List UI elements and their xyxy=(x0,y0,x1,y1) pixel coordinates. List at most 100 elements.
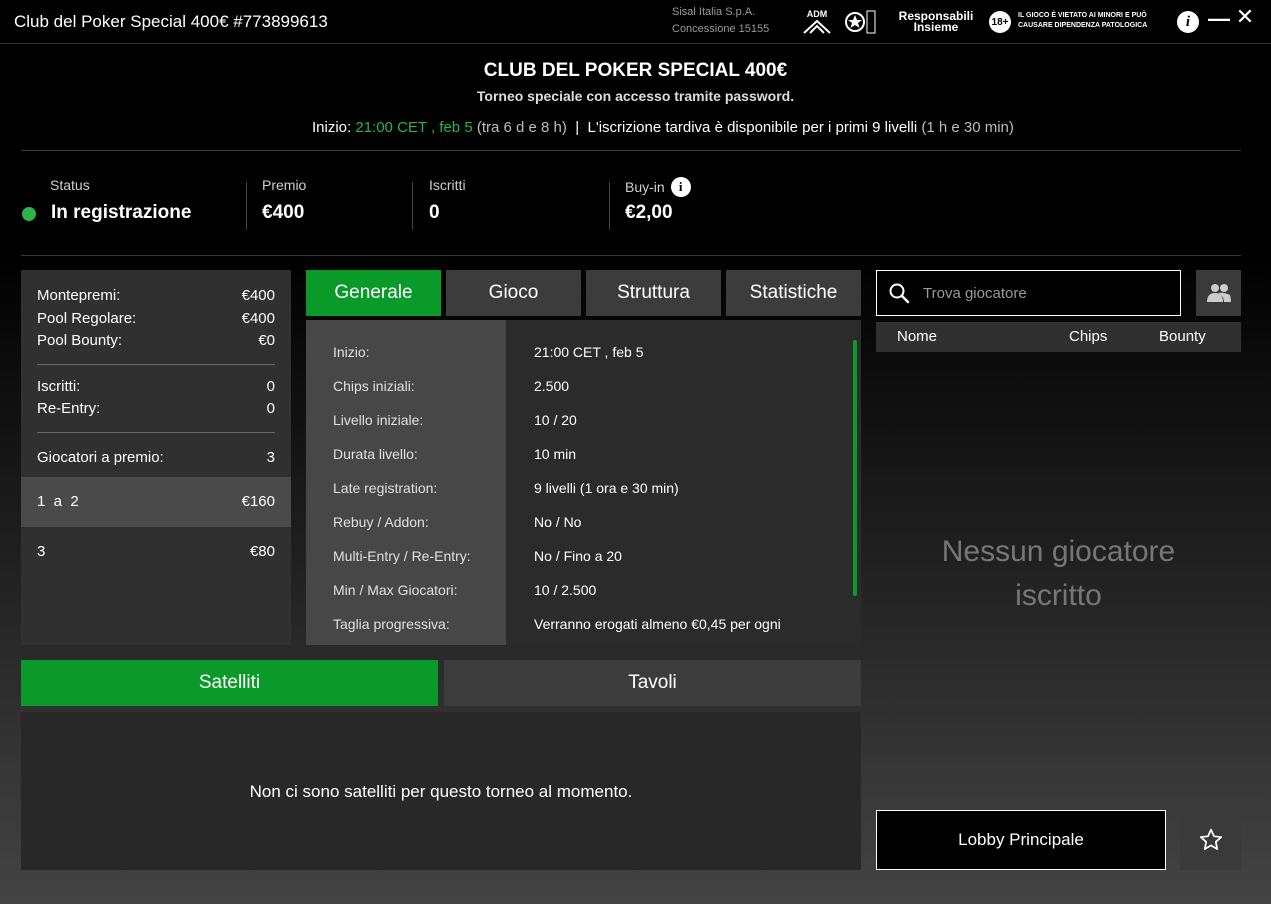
stat-divider xyxy=(609,182,610,230)
prize-row-label: Iscritti: xyxy=(37,378,81,395)
info-value: 10 / 2.500 xyxy=(534,582,597,598)
prize-divider xyxy=(37,364,275,365)
player-search-box[interactable] xyxy=(876,270,1181,316)
payout-amount: €80 xyxy=(249,543,275,560)
status-value: In registrazione xyxy=(51,202,192,223)
operator-license: Concessione 15155 xyxy=(672,23,770,35)
info-value: Verranno erogati almeno €0,45 per ogni xyxy=(534,616,781,632)
prize-row-value: €400 xyxy=(241,287,275,304)
player-search-input[interactable] xyxy=(923,279,1173,307)
main-lobby-button[interactable]: Lobby Principale xyxy=(876,810,1166,870)
payout-amount: €160 xyxy=(241,493,275,510)
info-label: Late registration: xyxy=(333,480,438,496)
info-label: Min / Max Giocatori: xyxy=(333,582,458,598)
tab-gioco[interactable]: Gioco xyxy=(446,270,581,316)
operator-info: Sisal Italia S.p.A. Concessione 15155 xyxy=(672,4,769,38)
registered-players-button[interactable] xyxy=(1196,270,1241,316)
prize-row: Re-Entry: 0 xyxy=(37,400,275,417)
gambling-warning: IL GIOCO È VIETATO AI MINORI E PUÒ CAUSA… xyxy=(1018,12,1148,29)
buyin-label: Buy-in xyxy=(625,179,665,195)
tab-statistiche[interactable]: Statistiche xyxy=(726,270,861,316)
satellites-empty-message: Non ci sono satelliti per questo torneo … xyxy=(249,782,633,801)
search-icon xyxy=(889,283,910,304)
prize-row-label: Montepremi: xyxy=(37,287,121,304)
prize-divider xyxy=(37,432,275,433)
info-label: Durata livello: xyxy=(333,446,418,462)
star-icon xyxy=(1199,828,1222,850)
tab-generale[interactable]: Generale xyxy=(306,270,441,316)
responsabili-insieme-logo: Responsabili Insieme xyxy=(892,7,980,37)
satellites-panel: Non ci sono satelliti per questo torneo … xyxy=(21,712,861,870)
info-value: 9 livelli (1 ora e 30 min) xyxy=(534,480,679,496)
no-players-line1: Nessun giocatore xyxy=(941,535,1176,568)
info-label: Inizio: xyxy=(333,344,370,360)
prize-row-value: 0 xyxy=(266,400,275,417)
info-label: Livello iniziale: xyxy=(333,412,424,428)
prize-row-label: Giocatori a premio: xyxy=(37,449,164,466)
info-scrollbar[interactable] xyxy=(853,340,857,596)
prize-row-label: Pool Bounty: xyxy=(37,332,123,349)
info-value: 2.500 xyxy=(534,378,570,394)
minimize-button[interactable]: — xyxy=(1208,4,1230,34)
prize-row-value: €0 xyxy=(258,332,275,349)
state-emblem-logo xyxy=(840,8,880,36)
info-value: No / Fino a 20 xyxy=(534,548,622,564)
column-header-bounty[interactable]: Bounty xyxy=(1159,328,1206,345)
adm-shape-icon xyxy=(803,19,831,34)
info-icon[interactable]: i xyxy=(1177,11,1199,33)
adm-logo-text: ADM xyxy=(806,9,828,19)
adm-vertical-icon xyxy=(866,10,876,34)
header-divider xyxy=(21,150,1241,151)
info-value: 10 min xyxy=(534,446,577,462)
player-list-header: Nome Chips Bounty xyxy=(876,322,1241,352)
resp-logo-line2: Insieme xyxy=(913,20,959,34)
adm-logo: ADM xyxy=(800,8,834,36)
info-label: Chips iniziali: xyxy=(333,378,415,394)
info-value: 10 / 20 xyxy=(534,412,577,428)
emblem-icon xyxy=(845,12,865,32)
status-label: Status xyxy=(50,177,90,193)
info-label: Multi-Entry / Re-Entry: xyxy=(333,548,471,564)
prize-row-label: Pool Regolare: xyxy=(37,310,137,327)
tab-struttura[interactable]: Struttura xyxy=(586,270,721,316)
late-registration-text: L'iscrizione tardiva è disponibile per i… xyxy=(587,119,918,136)
start-time: 21:00 CET , feb 5 xyxy=(355,119,473,136)
prize-row: Pool Bounty: €0 xyxy=(37,332,275,349)
prize-row: Giocatori a premio: 3 xyxy=(37,449,275,466)
stat-divider xyxy=(246,182,247,230)
tournament-subtitle: Torneo speciale con accesso tramite pass… xyxy=(476,88,795,104)
late-registration-duration: (1 h e 30 min) xyxy=(921,119,1014,136)
no-players-line2: iscritto xyxy=(1015,579,1102,612)
payout-row: 1 a 2 €160 xyxy=(37,493,275,510)
close-button[interactable]: ✕ xyxy=(1233,2,1257,32)
info-value: No / No xyxy=(534,514,582,530)
favorite-button[interactable] xyxy=(1180,810,1241,870)
tab-tavoli[interactable]: Tavoli xyxy=(444,660,861,706)
info-value: 21:00 CET , feb 5 xyxy=(534,344,644,360)
start-eta: (tra 6 d e 8 h) xyxy=(476,119,567,136)
payout-rank: 1 a 2 xyxy=(37,493,79,510)
payout-rank: 3 xyxy=(37,543,46,560)
entrants-value: 0 xyxy=(429,202,440,223)
age-18-badge: 18+ xyxy=(989,11,1011,33)
prize-pool-panel: Montepremi: €400 Pool Regolare: €400 Poo… xyxy=(21,270,291,645)
prize-row: Montepremi: €400 xyxy=(37,287,275,304)
status-indicator xyxy=(22,207,36,221)
stats-divider xyxy=(21,255,1241,256)
users-icon xyxy=(1206,284,1231,302)
entrants-label: Iscritti xyxy=(429,177,466,193)
prize-row-value: 3 xyxy=(266,449,275,466)
prize-row: Iscritti: 0 xyxy=(37,378,275,395)
payout-row: 3 €80 xyxy=(37,543,275,560)
tab-satelliti[interactable]: Satelliti xyxy=(21,660,438,706)
tournament-info-table: Inizio: 21:00 CET , feb 5 Chips iniziali… xyxy=(306,320,861,645)
prize-row-label: Re-Entry: xyxy=(37,400,101,417)
prize-row: Pool Regolare: €400 xyxy=(37,310,275,327)
column-header-name[interactable]: Nome xyxy=(897,328,937,345)
prize-value: €400 xyxy=(262,202,305,223)
prize-row-value: €400 xyxy=(241,310,275,327)
column-header-chips[interactable]: Chips xyxy=(1069,328,1107,345)
buyin-info-icon[interactable]: i xyxy=(670,177,691,197)
tournament-name: CLUB DEL POKER SPECIAL 400€ xyxy=(483,60,788,81)
buyin-label-group: Buy-in i xyxy=(625,177,691,197)
